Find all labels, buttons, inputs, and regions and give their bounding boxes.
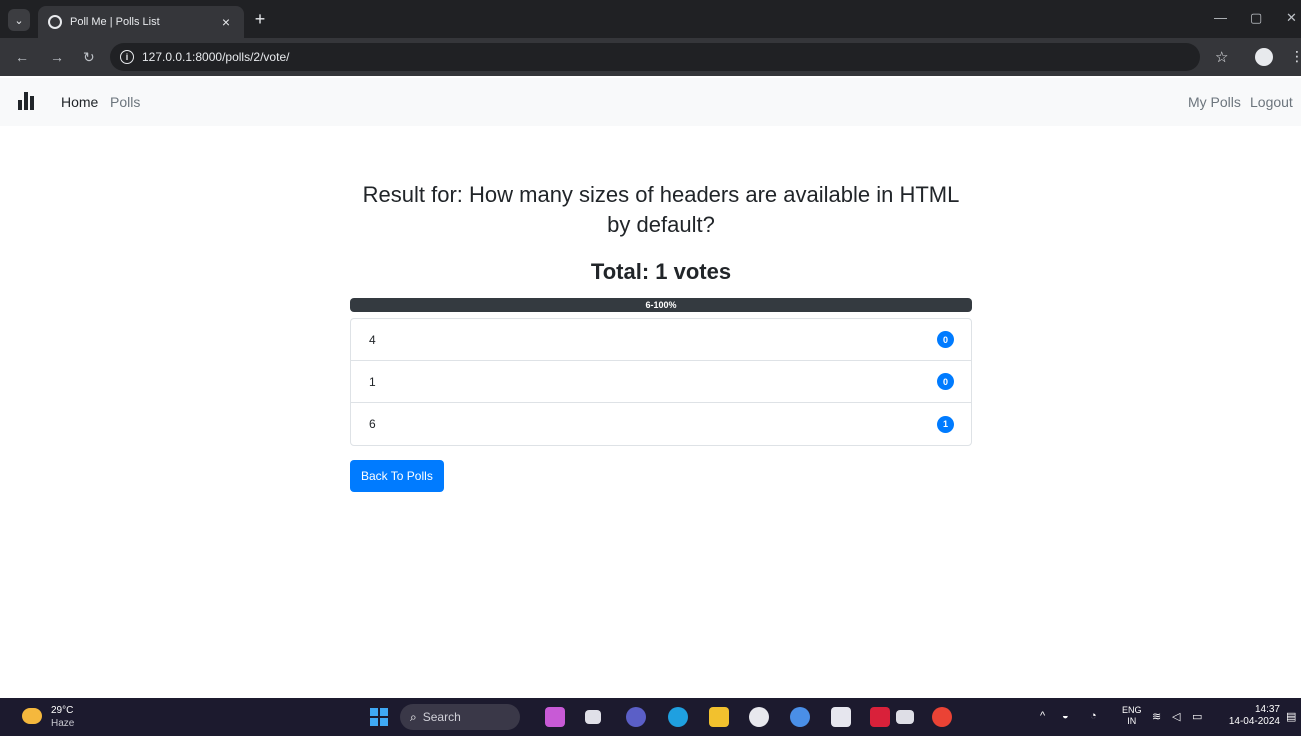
list-item: 1 0 — [351, 361, 971, 403]
file-explorer-icon[interactable] — [709, 707, 729, 727]
tray-color-icon[interactable]: ◔ — [1090, 710, 1097, 722]
tab-title: Poll Me | Polls List — [70, 16, 160, 28]
result-title: Result for: How many sizes of headers ar… — [362, 182, 960, 237]
wifi-icon[interactable]: ≋ — [1152, 710, 1161, 723]
clock[interactable]: 14:37 14-04-2024 — [1228, 704, 1280, 728]
restore-icon[interactable]: ▢ — [1250, 10, 1262, 26]
total-votes: Total: 1 votes — [590, 259, 732, 284]
nav-logout-link[interactable]: Logout — [1250, 94, 1293, 110]
task-view-icon[interactable] — [585, 710, 601, 724]
volume-icon[interactable]: ◁ — [1172, 710, 1180, 723]
tab-close-icon[interactable]: × — [218, 14, 234, 30]
weather-temp: 29°C — [51, 705, 74, 716]
site-navbar: Home Polls My Polls Logout — [0, 78, 1301, 126]
vote-count-badge: 0 — [937, 373, 954, 390]
forward-arrow-icon[interactable]: → — [50, 49, 64, 65]
taskbar-search[interactable]: ⌕ Search — [400, 704, 520, 730]
bookmark-star-icon[interactable]: ☆ — [1215, 48, 1228, 66]
weather-icon[interactable] — [22, 708, 42, 724]
browser-toolbar: ← → ↻ i 127.0.0.1:8000/polls/2/vote/ ☆ ⋮ — [0, 38, 1301, 76]
choice-text: 6 — [369, 417, 376, 431]
store-app-icon[interactable] — [831, 707, 851, 727]
search-placeholder: Search — [422, 710, 461, 724]
list-item: 6 1 — [351, 403, 971, 445]
terminal-icon[interactable] — [896, 710, 914, 724]
back-arrow-icon[interactable]: ← — [15, 49, 29, 65]
lang-region: IN — [1127, 716, 1137, 726]
github-app-icon[interactable] — [749, 707, 769, 727]
choice-text: 4 — [369, 332, 376, 347]
weather-desc: Haze — [51, 718, 75, 729]
start-windows-icon[interactable] — [370, 708, 388, 726]
language-indicator[interactable]: ENG IN — [1122, 705, 1142, 727]
clock-time: 14:37 — [1254, 704, 1280, 715]
lang-code: ENG — [1122, 705, 1142, 715]
nav-polls-link[interactable]: Polls — [110, 94, 140, 110]
tray-app-icon[interactable]: ◒ — [1062, 710, 1069, 722]
colorful-app-icon[interactable] — [790, 707, 810, 727]
browser-tab-bar: ⌄ Poll Me | Polls List × + — ▢ ✕ — [0, 0, 1301, 38]
brand-logo-icon[interactable] — [18, 92, 38, 110]
notification-icon[interactable]: ▤ — [1286, 710, 1296, 723]
profile-avatar-icon[interactable] — [1255, 48, 1273, 66]
clock-date: 14-04-2024 — [1228, 716, 1280, 727]
widgets-app-icon[interactable] — [545, 707, 565, 727]
favicon-icon — [48, 15, 62, 29]
battery-icon[interactable]: ▭ — [1192, 710, 1202, 723]
nav-home-link[interactable]: Home — [61, 94, 98, 110]
tray-chevron-icon[interactable]: ^ — [1040, 710, 1045, 722]
address-bar[interactable]: i 127.0.0.1:8000/polls/2/vote/ — [110, 43, 1200, 71]
vote-count-badge: 1 — [937, 415, 954, 433]
close-window-icon[interactable]: ✕ — [1286, 10, 1297, 26]
vote-count-badge: 0 — [937, 331, 954, 348]
more-menu-icon[interactable]: ⋮ — [1290, 48, 1301, 65]
result-progress: 6-100% — [350, 298, 972, 312]
list-item: 4 0 — [351, 319, 971, 361]
windows-taskbar: 29°C Haze ⌕ Search ^ ◒ ◔ ENG IN ≋ ◁ ▭ 14… — [0, 698, 1301, 736]
choice-text: 1 — [369, 374, 376, 389]
minimize-icon[interactable]: — — [1214, 10, 1227, 25]
edge-browser-icon[interactable] — [668, 707, 688, 727]
mcafee-icon[interactable] — [870, 707, 890, 727]
reload-icon[interactable]: ↻ — [83, 49, 95, 65]
tab-search-button[interactable]: ⌄ — [8, 9, 30, 31]
info-icon[interactable]: i — [120, 50, 134, 64]
search-icon: ⌕ — [410, 709, 417, 724]
back-to-polls-button[interactable]: Back To Polls — [350, 460, 444, 492]
new-tab-button[interactable]: + — [250, 9, 270, 29]
nav-my-polls-link[interactable]: My Polls — [1188, 94, 1241, 110]
browser-tab[interactable]: Poll Me | Polls List × — [38, 6, 244, 38]
choice-list: 4 0 1 0 6 1 — [350, 318, 972, 446]
progress-bar-fill: 6-100% — [350, 298, 972, 312]
url-text: 127.0.0.1:8000/polls/2/vote/ — [142, 50, 290, 64]
teams-chat-icon[interactable] — [626, 707, 646, 727]
chrome-icon[interactable] — [932, 707, 952, 727]
poll-result-panel: Result for: How many sizes of headers ar… — [350, 180, 972, 492]
